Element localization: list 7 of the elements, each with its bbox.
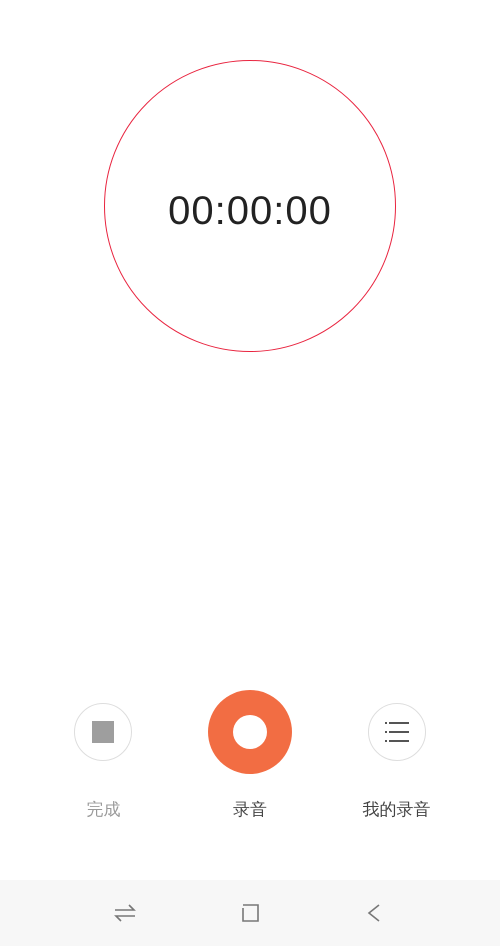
button-label: 我的录音 bbox=[362, 799, 431, 821]
button-label: 录音 bbox=[233, 799, 267, 821]
button-label: 完成 bbox=[86, 799, 120, 821]
timer-text: 00:00:00 bbox=[168, 188, 332, 234]
stop-icon bbox=[92, 721, 114, 743]
list-icon bbox=[384, 721, 409, 743]
record-icon bbox=[233, 715, 267, 749]
